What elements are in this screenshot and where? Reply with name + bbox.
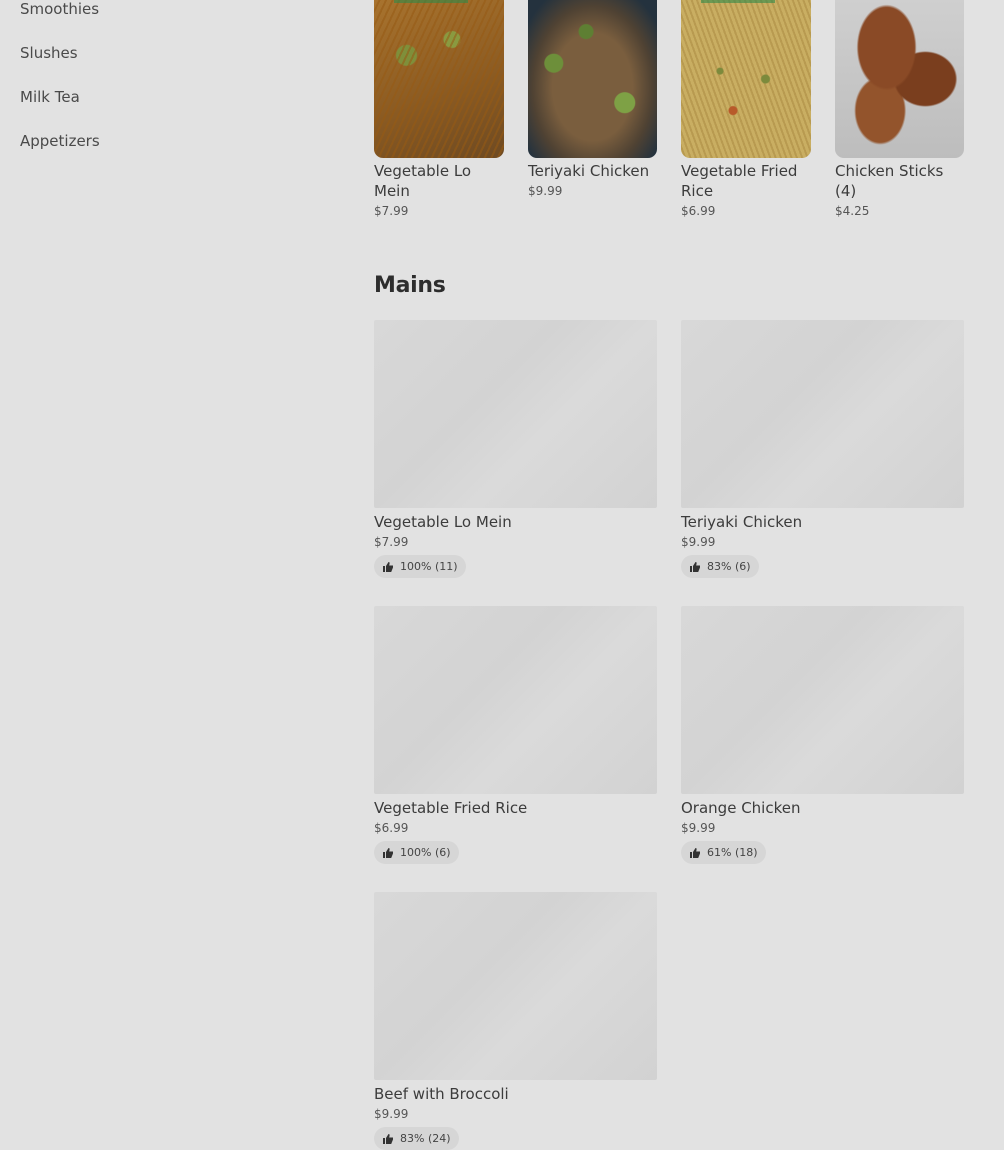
item-price: $9.99 [528, 184, 563, 198]
menu-item-card[interactable]: Beef with Broccoli $9.99 83% (24) [374, 892, 657, 1150]
rating-badge: 61% (18) [681, 841, 766, 864]
featured-item-card[interactable]: Vegetable Fried Rice $6.99 [681, 0, 811, 218]
item-price: $4.25 [835, 204, 870, 218]
item-price: $9.99 [681, 821, 716, 835]
rating-badge: 100% (6) [374, 841, 459, 864]
thumbs-up-icon [690, 847, 700, 858]
featured-item-card[interactable]: Vegetable Lo Mein $7.99 [374, 0, 504, 218]
item-name: Teriyaki Chicken [681, 513, 803, 531]
item-price: $7.99 [374, 204, 409, 218]
rating-text: 83% (6) [707, 560, 751, 573]
item-name: Beef with Broccoli [374, 1085, 509, 1103]
food-photo [528, 0, 657, 158]
menu-item-card[interactable]: Vegetable Lo Mein $7.99 100% (11) [374, 320, 657, 578]
food-photo [374, 0, 504, 158]
thumbs-up-icon [383, 561, 393, 572]
food-photo-placeholder [681, 320, 964, 508]
item-price: $9.99 [681, 535, 716, 549]
item-name: Orange Chicken [681, 799, 801, 817]
menu-item-card[interactable]: Vegetable Fried Rice $6.99 100% (6) [374, 606, 657, 864]
item-price: $9.99 [374, 1107, 409, 1121]
menu-item-card[interactable]: Teriyaki Chicken $9.99 83% (6) [681, 320, 964, 578]
featured-item-card[interactable]: Chicken Sticks (4) $4.25 [835, 0, 964, 218]
food-photo [681, 0, 811, 158]
menu-item-card[interactable]: Orange Chicken $9.99 61% (18) [681, 606, 964, 864]
item-name: Chicken Sticks (4) [835, 162, 944, 200]
sidebar-item-milk-tea[interactable]: Milk Tea [20, 88, 80, 106]
item-price: $7.99 [374, 535, 409, 549]
sidebar-item-smoothies[interactable]: Smoothies [20, 0, 99, 18]
item-name: Vegetable Fried Rice [681, 162, 798, 200]
thumbs-up-icon [383, 847, 393, 858]
sidebar-item-slushes[interactable]: Slushes [20, 44, 78, 62]
item-name: Vegetable Lo Mein [374, 513, 512, 531]
featured-item-card[interactable]: Teriyaki Chicken $9.99 [528, 0, 657, 198]
rating-badge: 83% (24) [374, 1127, 459, 1150]
item-name: Vegetable Fried Rice [374, 799, 528, 817]
item-name: Teriyaki Chicken [528, 162, 650, 180]
item-price: $6.99 [374, 821, 409, 835]
item-price: $6.99 [681, 204, 716, 218]
thumbs-up-icon [690, 561, 700, 572]
rating-text: 100% (6) [400, 846, 451, 859]
rating-text: 100% (11) [400, 560, 458, 573]
rating-text: 61% (18) [707, 846, 758, 859]
rating-text: 83% (24) [400, 1132, 451, 1145]
section-title-mains: Mains [374, 273, 446, 298]
food-photo [835, 0, 964, 158]
thumbs-up-icon [383, 1133, 393, 1144]
item-name: Vegetable Lo Mein [374, 162, 472, 200]
food-photo-placeholder [681, 606, 964, 794]
food-photo-placeholder [374, 320, 657, 508]
rating-badge: 100% (11) [374, 555, 466, 578]
sidebar-item-appetizers[interactable]: Appetizers [20, 132, 100, 150]
food-photo-placeholder [374, 892, 657, 1080]
rating-badge: 83% (6) [681, 555, 759, 578]
food-photo-placeholder [374, 606, 657, 794]
